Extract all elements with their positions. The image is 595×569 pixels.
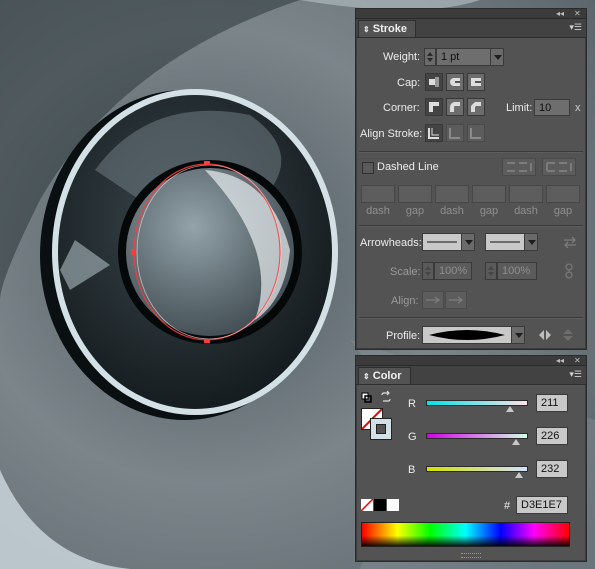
swap-fill-stroke-icon[interactable] [380,391,392,403]
panel-menu-icon[interactable]: ▾☰ [568,22,582,33]
arrowhead-end-dropdown[interactable] [524,233,538,251]
limit-unit-label: x [575,102,581,114]
color-panel-menu-icon[interactable]: ▾☰ [568,369,582,380]
align-center-button[interactable] [425,124,443,142]
b-value-input[interactable]: 232 [536,460,568,478]
stroke-panel-titlebar[interactable]: ◂◂ ✕ [356,9,586,19]
color-tab-row: ⇕ Color ▾☰ [356,366,586,385]
r-label: R [408,398,416,410]
scale-end-input[interactable]: 100% [497,262,537,280]
gap-3-label: gap [553,205,573,217]
arrow-place-button[interactable] [445,291,467,309]
bevel-join-button[interactable] [467,98,485,116]
scale-start-stepper[interactable] [422,262,434,280]
tab-color-label: Color [372,370,402,382]
white-swatch[interactable] [387,499,399,511]
panel-resize-grip[interactable] [461,553,481,558]
arrow-extend-button[interactable] [422,291,444,309]
tab-stroke-label: Stroke [372,23,408,35]
dash-align-button[interactable] [542,158,576,176]
dash-1-label: dash [366,205,390,217]
dash-2-field[interactable] [435,185,469,203]
none-swatch[interactable] [361,499,373,511]
color-collapse-icon[interactable]: ◂◂ [556,356,564,365]
hex-label: # [504,500,511,512]
r-value-input[interactable]: 211 [536,394,568,412]
projecting-cap-button[interactable] [467,73,485,91]
flip-horizontal-icon[interactable] [538,329,552,341]
dash-2-label: dash [440,205,464,217]
stroke-swatch[interactable] [370,418,392,440]
gap-1-label: gap [405,205,425,217]
link-scale-icon[interactable] [563,263,575,279]
cap-label: Cap: [397,77,421,89]
stroke-tab-row: ⇕ Stroke ▾☰ [356,19,586,38]
weight-label: Weight: [383,51,421,63]
color-close-icon[interactable]: ✕ [574,356,581,365]
scale-label: Scale: [390,266,421,278]
tab-color[interactable]: ⇕ Color [358,367,411,384]
default-colors-icon[interactable] [361,392,373,404]
stroke-separator-1 [359,151,583,153]
tab-arrows-icon: ⇕ [363,25,370,34]
dash-1-field[interactable] [361,185,395,203]
black-swatch[interactable] [374,499,386,511]
b-slider-track[interactable] [426,466,528,472]
stroke-separator-2 [359,225,583,227]
butt-cap-button[interactable] [425,73,443,91]
limit-label: Limit: [506,102,533,114]
align-stroke-label: Align Stroke: [360,128,423,140]
profile-label: Profile: [386,330,421,342]
color-panel: ◂◂ ✕ ⇕ Color ▾☰ R 211 G 226 B 232 # D3E1… [355,355,587,562]
corner-label: Corner: [383,102,420,114]
color-spectrum[interactable] [361,522,570,547]
dash-3-label: dash [514,205,538,217]
scale-start-input[interactable]: 100% [434,262,472,280]
g-value-input[interactable]: 226 [536,427,568,445]
weight-input[interactable]: 1 pt [436,48,491,66]
limit-input[interactable]: 10 [534,99,570,116]
r-slider-thumb[interactable] [506,406,515,412]
arrowheads-label: Arrowheads: [360,237,422,249]
arrowhead-end-select[interactable] [485,233,525,251]
round-join-button[interactable] [446,98,464,116]
stroke-panel: ◂◂ ✕ ⇕ Stroke ▾☰ Weight: 1 pt Cap: Corne… [355,8,587,350]
align-inside-button[interactable] [446,124,464,142]
scale-end-stepper[interactable] [485,262,497,280]
miter-join-button[interactable] [425,98,443,116]
b-label: B [408,464,416,476]
swap-arrowheads-icon[interactable] [562,236,578,248]
arrowhead-start-dropdown[interactable] [461,233,475,251]
b-slider-thumb[interactable] [514,472,523,478]
hex-value-input[interactable]: D3E1E7 [516,496,568,514]
dash-preserve-button[interactable] [502,158,536,176]
g-label: G [408,431,417,443]
gap-1-field[interactable] [398,185,432,203]
stroke-separator-3 [359,317,583,319]
collapse-icon[interactable]: ◂◂ [556,9,564,18]
weight-stepper[interactable] [424,48,436,66]
dashed-line-label: Dashed Line [377,161,439,173]
dash-3-field[interactable] [509,185,543,203]
weight-dropdown[interactable] [490,48,504,66]
g-slider-thumb[interactable] [512,439,521,445]
gap-2-field[interactable] [472,185,506,203]
flip-vertical-icon[interactable] [562,328,574,342]
color-tab-arrows-icon: ⇕ [363,372,370,381]
align-arrow-label: Align: [391,295,419,307]
arrowhead-start-select[interactable] [422,233,462,251]
profile-select[interactable] [422,326,512,344]
color-panel-titlebar[interactable]: ◂◂ ✕ [356,356,586,366]
round-cap-button[interactable] [446,73,464,91]
gap-2-label: gap [479,205,499,217]
profile-dropdown[interactable] [511,326,525,344]
close-icon[interactable]: ✕ [574,9,581,18]
gap-3-field[interactable] [546,185,580,203]
align-outside-button[interactable] [467,124,485,142]
tab-stroke[interactable]: ⇕ Stroke [358,20,417,37]
dashed-line-checkbox[interactable] [362,162,374,174]
